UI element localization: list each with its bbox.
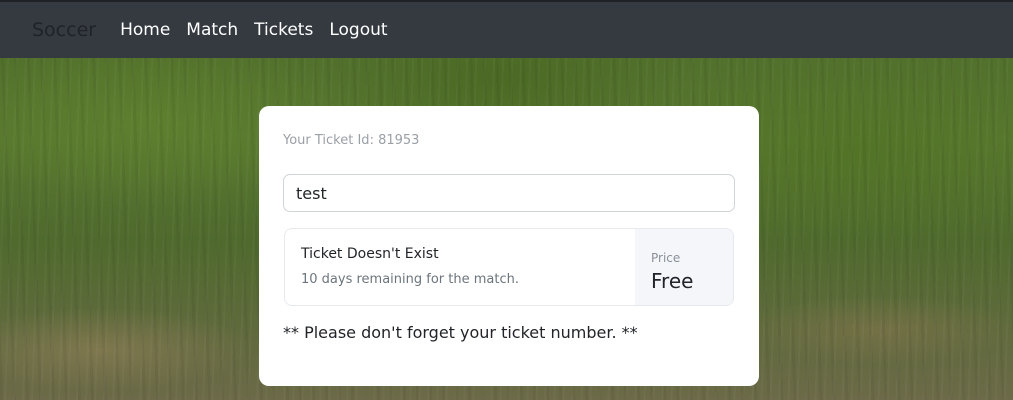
price-value: Free: [651, 269, 694, 293]
ticket-id-label: Your Ticket Id: 81953: [283, 133, 420, 148]
price-label: Price: [651, 251, 681, 265]
nav-link-home[interactable]: Home: [120, 20, 170, 40]
ticket-status-subtitle: 10 days remaining for the match.: [301, 272, 519, 287]
nav-link-logout[interactable]: Logout: [329, 20, 387, 40]
brand-logo[interactable]: Soccer: [32, 19, 96, 41]
nav-link-match[interactable]: Match: [186, 20, 238, 40]
ticket-number-input[interactable]: [283, 174, 735, 212]
price-panel: Price Free: [635, 229, 733, 305]
ticket-status-title: Ticket Doesn't Exist: [301, 246, 439, 262]
top-navbar: Soccer Home Match Tickets Logout: [0, 0, 1013, 58]
ticket-status-box: Ticket Doesn't Exist 10 days remaining f…: [284, 228, 734, 306]
ticket-reminder-text: ** Please don't forget your ticket numbe…: [283, 323, 638, 342]
ticket-card: Your Ticket Id: 81953 Ticket Doesn't Exi…: [259, 106, 759, 386]
nav-link-tickets[interactable]: Tickets: [254, 20, 313, 40]
